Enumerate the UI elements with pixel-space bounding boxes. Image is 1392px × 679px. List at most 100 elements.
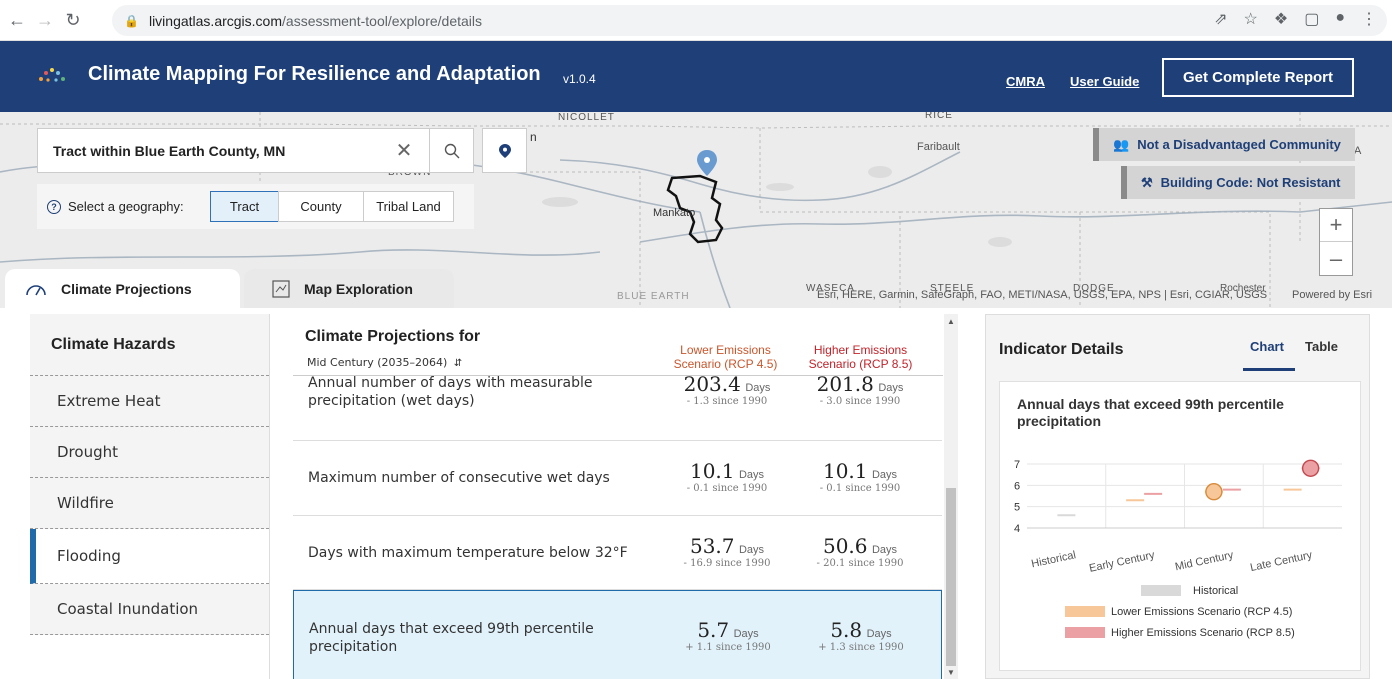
disadvantaged-badge[interactable]: 👥 Not a Disadvantaged Community (1093, 128, 1355, 161)
powered-by[interactable]: Powered by Esri (1292, 289, 1372, 301)
app-title: Climate Mapping For Resilience and Adapt… (88, 63, 541, 85)
y-tick-label: 4 (1014, 523, 1020, 535)
back-icon[interactable]: ← (6, 9, 28, 31)
locate-button[interactable] (482, 128, 527, 173)
profile-icon[interactable]: ● (1335, 9, 1345, 29)
map-label-blue-earth: BLUE EARTH (617, 291, 690, 302)
table-row[interactable]: Days with maximum temperature below 32°F… (293, 516, 942, 590)
map-label-rice: RICE (925, 112, 953, 121)
location-search[interactable]: Tract within Blue Earth County, MN ✕ (37, 128, 474, 173)
help-icon[interactable]: ? (47, 199, 61, 214)
gauge-icon (26, 284, 46, 295)
sidebar-item-wildfire[interactable]: Wildfire (30, 478, 269, 529)
sidebar-item-flooding[interactable]: Flooding (30, 529, 269, 584)
climate-hazards-sidebar: Climate Hazards Extreme Heat Drought Wil… (30, 314, 270, 679)
tab-chart[interactable]: Chart (1250, 339, 1284, 354)
y-tick-label: 7 (1014, 459, 1020, 471)
cmra-link[interactable]: CMRA (1006, 74, 1045, 89)
indicator-chart: Annual days that exceed 99th percentile … (999, 381, 1361, 671)
tab-climate-projections[interactable]: Climate Projections (5, 269, 240, 308)
app-header: Climate Mapping For Resilience and Adapt… (0, 41, 1392, 112)
scroll-up-icon[interactable]: ▲ (947, 317, 955, 326)
indicator-details-panel: Indicator Details Chart Table Annual day… (985, 314, 1370, 679)
y-tick-label: 5 (1014, 502, 1020, 514)
map-label-fragment-n: n (530, 130, 537, 144)
legend-swatch (1141, 585, 1181, 596)
cmra-logo-icon (39, 68, 65, 82)
map-icon (272, 279, 290, 298)
table-row[interactable]: Maximum number of consecutive wet days 1… (293, 441, 942, 516)
sidebar-item-extreme-heat[interactable]: Extreme Heat (30, 376, 269, 427)
zoom-out-button[interactable]: – (1320, 242, 1352, 275)
highlight-point (1205, 483, 1223, 501)
url-path: /assessment-tool/explore/details (282, 12, 483, 29)
projections-title: Climate Projections for (305, 328, 481, 345)
sidebar-heading: Climate Hazards (30, 314, 269, 376)
scroll-down-icon[interactable]: ▼ (947, 668, 955, 677)
legend-label: Lower Emissions Scenario (RCP 4.5) (1111, 606, 1292, 618)
zoom-in-button[interactable]: + (1320, 209, 1352, 242)
location-pin-icon (697, 150, 717, 176)
zoom-controls: + – (1319, 208, 1353, 276)
table-row[interactable]: Annual number of days with measurable pr… (293, 376, 942, 441)
legend-label: Higher Emissions Scenario (RCP 8.5) (1111, 627, 1295, 639)
extensions-icon[interactable]: ❖ (1274, 9, 1288, 29)
app-version: v1.0.4 (563, 72, 596, 86)
map-attribution: Esri, HERE, Garmin, SafeGraph, FAO, METI… (817, 289, 1268, 301)
row-label: Annual number of days with measurable pr… (308, 376, 593, 409)
table-row-selected[interactable]: Annual days that exceed 99th percentile … (293, 590, 942, 679)
x-tick-label: Historical (1030, 549, 1077, 570)
y-tick-label: 6 (1014, 480, 1020, 492)
reload-icon[interactable]: ↻ (62, 9, 84, 31)
scrollbar[interactable]: ▲ ▼ (944, 314, 958, 679)
sidepanel-icon[interactable]: ▢ (1304, 9, 1319, 29)
row-label: Maximum number of consecutive wet days (308, 470, 610, 486)
geo-tribal-button[interactable]: Tribal Land (363, 191, 454, 222)
people-icon: 👥 (1113, 136, 1130, 152)
highlight-point (1301, 459, 1320, 477)
url-host: livingatlas.arcgis.com (148, 12, 283, 29)
address-bar[interactable]: 🔒 livingatlas.arcgis.com/assessment-tool… (112, 5, 1387, 36)
x-tick-label: Early Century (1088, 549, 1156, 575)
geography-selector: ? Select a geography: Tract County Triba… (37, 184, 474, 229)
star-icon[interactable]: ☆ (1244, 9, 1258, 29)
projections-list: Annual number of days with measurable pr… (293, 376, 942, 679)
chart-svg: 4 5 6 7 Historical Early Century Mid Century La… (1014, 459, 1342, 639)
map-label-faribault: Faribault (917, 141, 960, 153)
geo-tract-button[interactable]: Tract (210, 191, 279, 222)
sidebar-item-coastal-inundation[interactable]: Coastal Inundation (30, 584, 269, 635)
indicator-title: Indicator Details (999, 341, 1124, 358)
search-icon[interactable] (429, 129, 473, 172)
row-high-value: 10.1 Days - 0.1 since 1990 (819, 459, 901, 494)
get-report-button[interactable]: Get Complete Report (1162, 58, 1354, 97)
building-code-badge[interactable]: ⚒ Building Code: Not Resistant (1121, 166, 1355, 199)
share-icon[interactable]: ⇗ (1214, 9, 1227, 29)
forward-icon[interactable]: → (34, 9, 56, 31)
menu-icon[interactable]: ⋮ (1361, 9, 1377, 29)
search-input[interactable]: Tract within Blue Earth County, MN (38, 143, 379, 159)
row-low-value: 53.7 Days - 16.9 since 1990 (683, 534, 771, 569)
browser-toolbar: ← → ↻ 🔒 livingatlas.arcgis.com/assessmen… (0, 0, 1392, 41)
row-low-value: 5.7 Days + 1.1 since 1990 (685, 618, 771, 653)
row-label: Annual days that exceed 99th percentile … (309, 621, 594, 655)
map-view[interactable]: NICOLLET RICE BROWN Faribault Mankato WA… (0, 112, 1392, 308)
tab-map-exploration[interactable]: Map Exploration (244, 269, 454, 308)
row-high-value: 201.8 Days - 3.0 since 1990 (816, 376, 904, 407)
row-high-value: 5.8 Days + 1.3 since 1990 (818, 618, 904, 653)
projections-header: Climate Projections for Mid Century (203… (293, 314, 943, 376)
map-marker-icon (498, 143, 511, 158)
sidebar-item-drought[interactable]: Drought (30, 427, 269, 478)
map-label-nicollet: NICOLLET (558, 112, 615, 123)
period-selector[interactable]: Mid Century (2035–2064) ⇵ (307, 356, 462, 369)
x-tick-label: Late Century (1249, 549, 1314, 574)
sort-icon: ⇵ (453, 358, 463, 369)
tab-underline (1243, 368, 1295, 371)
tab-table[interactable]: Table (1305, 339, 1338, 354)
user-guide-link[interactable]: User Guide (1070, 74, 1139, 89)
map-label-fragment-a: A (1354, 145, 1362, 157)
clear-icon[interactable]: ✕ (379, 138, 429, 163)
geo-county-button[interactable]: County (278, 191, 364, 222)
scrollbar-thumb[interactable] (946, 488, 956, 666)
legend-swatch (1065, 627, 1105, 638)
x-tick-label: Mid Century (1174, 549, 1235, 573)
